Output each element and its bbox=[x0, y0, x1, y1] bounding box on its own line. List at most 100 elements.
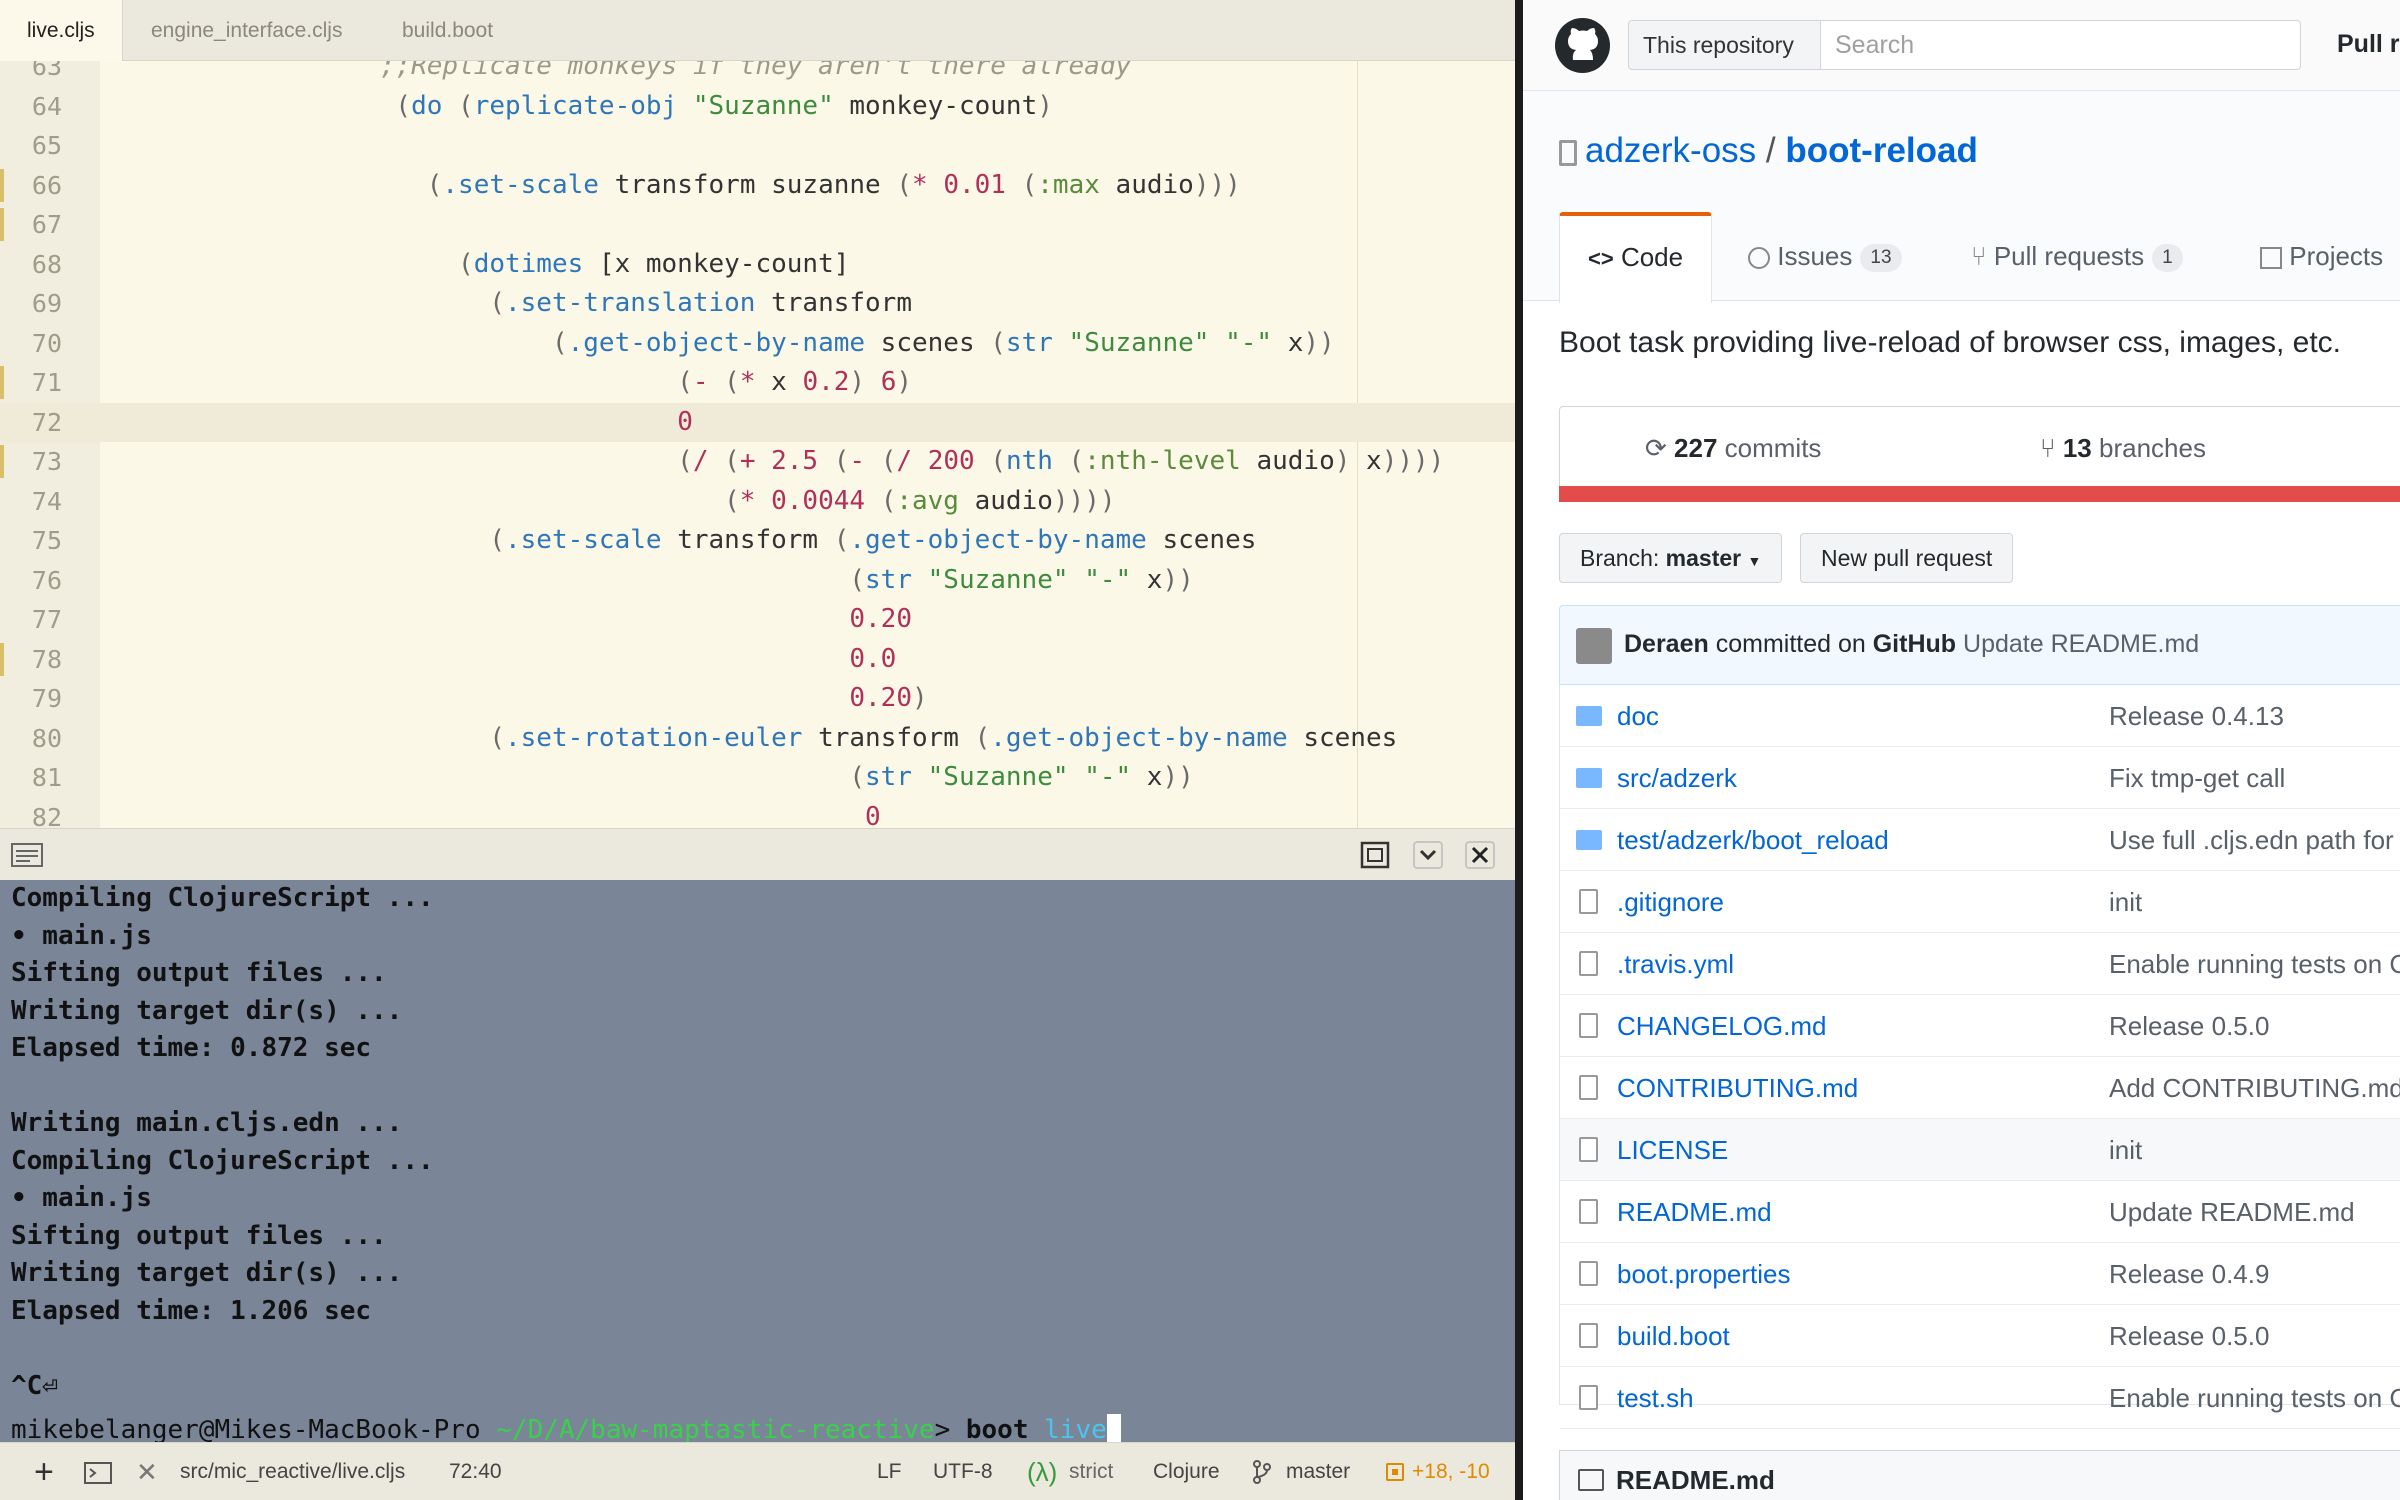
file-row[interactable]: README.md Update README.md bbox=[1560, 1181, 2400, 1243]
terminal-output[interactable]: mikebelanger@Mikes-MacBook-Pro ~/D/A/baw… bbox=[0, 880, 1515, 1442]
code-line[interactable]: 76 (str "Suzanne" "-" x)) bbox=[0, 561, 1515, 600]
file-name-link[interactable]: build.boot bbox=[1617, 1321, 1730, 1352]
file-commit-message[interactable]: Release 0.4.13 bbox=[2109, 701, 2284, 732]
file-name-link[interactable]: test.sh bbox=[1617, 1383, 1694, 1414]
chevron-down-icon[interactable] bbox=[1413, 841, 1443, 869]
code-line[interactable]: 69 (.set-translation transform bbox=[0, 284, 1515, 323]
file-commit-message[interactable]: Add CONTRIBUTING.md bbox=[2109, 1073, 2400, 1104]
file-name-link[interactable]: README.md bbox=[1617, 1197, 1772, 1228]
code-line[interactable]: 79 0.20) bbox=[0, 679, 1515, 718]
status-git-diff[interactable]: +18, -10 bbox=[1412, 1443, 1490, 1500]
commits-link[interactable]: ⟳ 227 commits bbox=[1645, 433, 1821, 464]
tab-build-boot[interactable]: build.boot bbox=[402, 0, 493, 61]
add-icon[interactable]: + bbox=[34, 1443, 54, 1500]
code-line[interactable]: 73 (/ (+ 2.5 (- (/ 200 (nth (:nth-level … bbox=[0, 442, 1515, 481]
file-commit-message[interactable]: Enable running tests on C bbox=[2109, 1383, 2400, 1414]
close-terminal-icon[interactable]: ✕ bbox=[136, 1443, 158, 1500]
file-commit-message[interactable]: Use full .cljs.edn path for bbox=[2109, 825, 2394, 856]
search-input[interactable]: Search bbox=[1820, 20, 2301, 70]
file-row[interactable]: CHANGELOG.md Release 0.5.0 bbox=[1560, 995, 2400, 1057]
file-row[interactable]: .gitignore init bbox=[1560, 871, 2400, 933]
file-row[interactable]: src/adzerk Fix tmp-get call bbox=[1560, 747, 2400, 809]
file-row[interactable]: test.sh Enable running tests on C bbox=[1560, 1367, 2400, 1429]
terminal-prompt[interactable]: mikebelanger@Mikes-MacBook-Pro ~/D/A/baw… bbox=[11, 1412, 1121, 1442]
file-commit-message[interactable]: Enable running tests on C bbox=[2109, 949, 2400, 980]
file-commit-message[interactable]: Release 0.4.9 bbox=[2109, 1259, 2269, 1290]
code-line[interactable]: 75 (.set-scale transform (.get-object-by… bbox=[0, 521, 1515, 560]
language-bar[interactable] bbox=[1559, 486, 2400, 502]
file-row[interactable]: boot.properties Release 0.4.9 bbox=[1560, 1243, 2400, 1305]
tab-issues[interactable]: Issues 13 bbox=[1748, 212, 1902, 303]
search-scope[interactable]: This repository bbox=[1628, 20, 1821, 70]
file-commit-message[interactable]: init bbox=[2109, 1135, 2142, 1166]
file-commit-message[interactable]: init bbox=[2109, 887, 2142, 918]
code-line[interactable]: 70 (.get-object-by-name scenes (str "Suz… bbox=[0, 324, 1515, 363]
new-pull-request-button[interactable]: New pull request bbox=[1800, 533, 2014, 583]
code-line[interactable]: 64 (do (replicate-obj "Suzanne" monkey-c… bbox=[0, 87, 1515, 126]
tab-engine-interface[interactable]: engine_interface.cljs bbox=[151, 0, 342, 61]
file-commit-message[interactable]: Fix tmp-get call bbox=[2109, 763, 2285, 794]
code-line[interactable]: 67 bbox=[0, 205, 1515, 244]
file-row[interactable]: doc Release 0.4.13 bbox=[1560, 685, 2400, 747]
github-logo-icon[interactable] bbox=[1555, 18, 1610, 73]
line-number: 68 bbox=[31, 249, 62, 279]
terminal-toggle-icon[interactable] bbox=[84, 1462, 112, 1484]
status-branch[interactable]: master bbox=[1286, 1443, 1350, 1500]
file-name-link[interactable]: LICENSE bbox=[1617, 1135, 1728, 1166]
file-name-link[interactable]: .gitignore bbox=[1617, 887, 1724, 918]
code-line[interactable]: 81 (str "Suzanne" "-" x)) bbox=[0, 758, 1515, 797]
file-row[interactable]: .travis.yml Enable running tests on C bbox=[1560, 933, 2400, 995]
code-line[interactable]: 66 (.set-scale transform suzanne (* 0.01… bbox=[0, 166, 1515, 205]
code-line[interactable]: 80 (.set-rotation-euler transform (.get-… bbox=[0, 719, 1515, 758]
status-file-path[interactable]: src/mic_reactive/live.cljs bbox=[180, 1443, 405, 1500]
file-name-link[interactable]: CONTRIBUTING.md bbox=[1617, 1073, 1858, 1104]
file-name-link[interactable]: boot.properties bbox=[1617, 1259, 1790, 1290]
repo-name-link[interactable]: boot-reload bbox=[1785, 131, 1977, 170]
file-commit-message[interactable]: Release 0.5.0 bbox=[2109, 1011, 2269, 1042]
file-name-link[interactable]: test/adzerk/boot_reload bbox=[1617, 825, 1889, 856]
branch-select-button[interactable]: Branch: master ▼ bbox=[1559, 533, 1783, 583]
maximize-icon[interactable] bbox=[1360, 841, 1390, 869]
branches-link[interactable]: ⑂ 13 branches bbox=[2040, 433, 2206, 464]
commit-author[interactable]: Deraen bbox=[1624, 630, 1709, 658]
code-line[interactable]: 71 (- (* x 0.2) 6) bbox=[0, 363, 1515, 402]
status-cursor-position[interactable]: 72:40 bbox=[449, 1443, 502, 1500]
repo-owner-link[interactable]: adzerk-oss bbox=[1585, 131, 1756, 170]
file-row[interactable]: CONTRIBUTING.md Add CONTRIBUTING.md bbox=[1560, 1057, 2400, 1119]
commits-count: 227 bbox=[1674, 433, 1718, 463]
line-number: 73 bbox=[31, 447, 62, 476]
file-commit-message[interactable]: Update README.md bbox=[2109, 1197, 2355, 1228]
code-line[interactable]: 78 0.0 bbox=[0, 640, 1515, 679]
file-name-link[interactable]: doc bbox=[1617, 701, 1659, 732]
code-line[interactable]: 68 (dotimes [x monkey-count] bbox=[0, 245, 1515, 284]
file-row[interactable]: test/adzerk/boot_reload Use full .cljs.ed… bbox=[1560, 809, 2400, 871]
status-strict[interactable]: strict bbox=[1069, 1443, 1113, 1500]
lambda-icon[interactable]: (λ) bbox=[1027, 1443, 1057, 1500]
file-commit-message[interactable]: Release 0.5.0 bbox=[2109, 1321, 2269, 1352]
close-icon[interactable] bbox=[1465, 841, 1495, 869]
tab-code[interactable]: <> Code bbox=[1559, 212, 1713, 303]
code-line[interactable]: 74 (* 0.0044 (:avg audio)))) bbox=[0, 482, 1515, 521]
file-name-link[interactable]: CHANGELOG.md bbox=[1617, 1011, 1827, 1042]
code-area[interactable]: 63 ;;Replicate monkeys if they aren't th… bbox=[0, 61, 1515, 828]
code-line[interactable]: 63 ;;Replicate monkeys if they aren't th… bbox=[0, 61, 1515, 86]
nav-pull-requests[interactable]: Pull re bbox=[2337, 30, 2400, 59]
code-line[interactable]: 65 bbox=[0, 126, 1515, 165]
tab-projects[interactable]: Projects bbox=[2260, 212, 2383, 303]
status-grammar[interactable]: Clojure bbox=[1153, 1443, 1220, 1500]
git-modified-marker bbox=[0, 642, 4, 676]
status-line-ending[interactable]: LF bbox=[877, 1443, 902, 1500]
terminal-line: ^C⏎ bbox=[11, 1370, 58, 1401]
tab-pull-requests[interactable]: ⑂ Pull requests 1 bbox=[1971, 212, 2183, 303]
status-encoding[interactable]: UTF-8 bbox=[933, 1443, 993, 1500]
file-row[interactable]: build.boot Release 0.5.0 bbox=[1560, 1305, 2400, 1367]
code-line[interactable]: 82 0 bbox=[0, 798, 1515, 829]
commit-message-link[interactable]: Update README.md bbox=[1963, 630, 2199, 658]
file-row[interactable]: LICENSE init bbox=[1560, 1119, 2400, 1181]
tab-live-cljs[interactable]: live.cljs bbox=[0, 0, 123, 61]
avatar[interactable] bbox=[1576, 628, 1612, 664]
code-line[interactable]: 72 0 bbox=[0, 402, 1515, 442]
code-line[interactable]: 77 0.20 bbox=[0, 600, 1515, 639]
file-name-link[interactable]: src/adzerk bbox=[1617, 763, 1737, 794]
file-name-link[interactable]: .travis.yml bbox=[1617, 949, 1734, 980]
